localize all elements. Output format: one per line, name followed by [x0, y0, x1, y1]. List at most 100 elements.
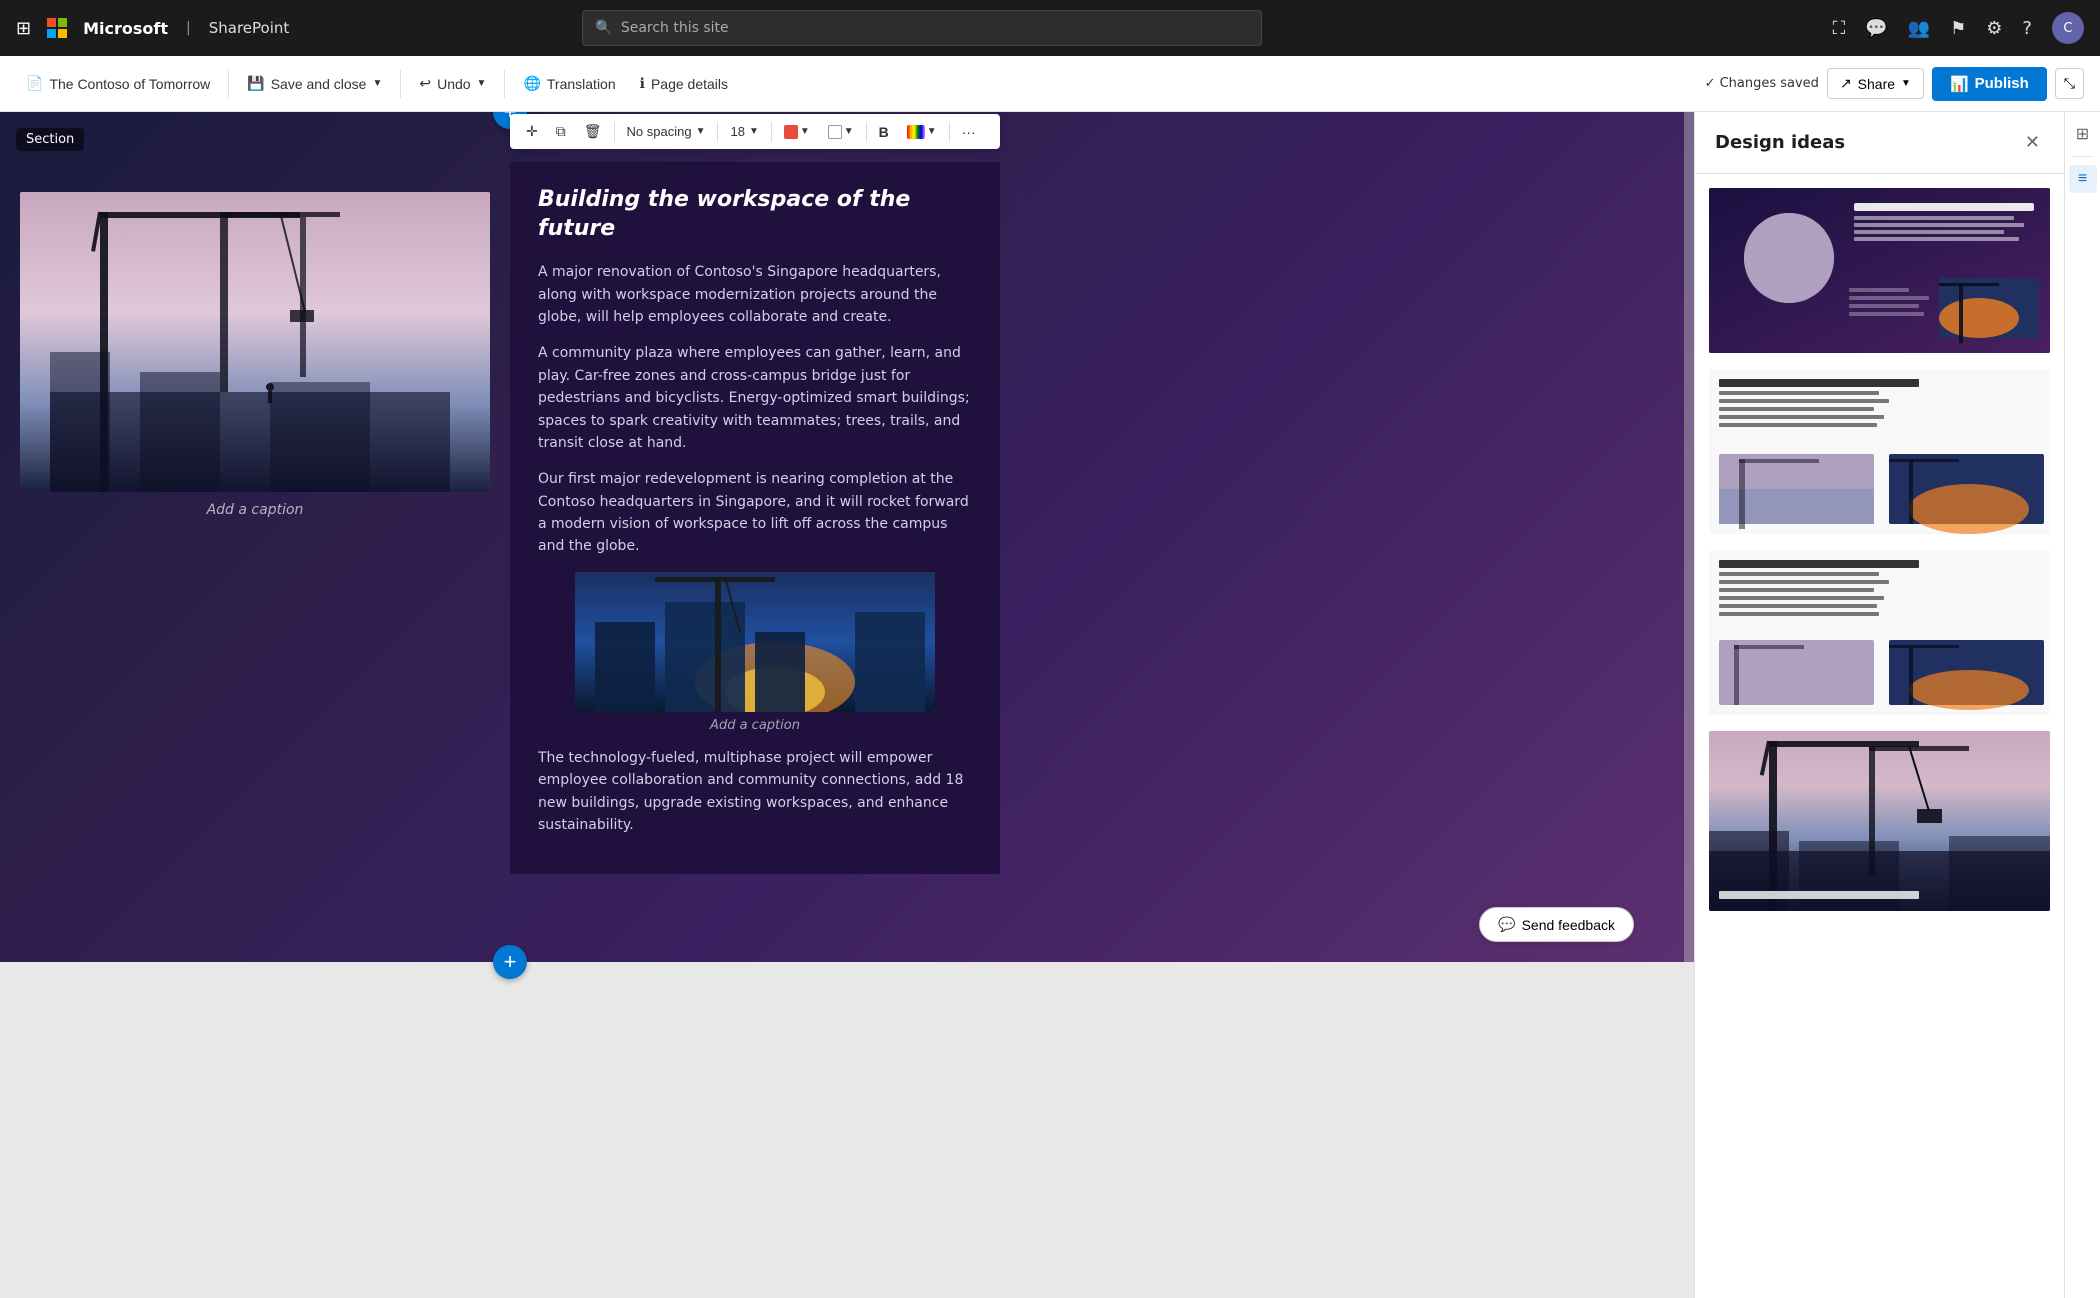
- chat-icon[interactable]: 💬: [1865, 18, 1887, 39]
- page-icon: 📄: [26, 75, 43, 92]
- editor-toolbar: 📄 The Contoso of Tomorrow 💾 Save and clo…: [0, 56, 2100, 112]
- delete-icon[interactable]: 🗑: [578, 120, 608, 143]
- page-canvas[interactable]: Section +: [0, 112, 1694, 1298]
- tt-sep3: [771, 122, 772, 142]
- search-bar[interactable]: 🔍 Search this site: [582, 10, 1262, 46]
- brand-name: Microsoft: [83, 19, 168, 38]
- flag-icon[interactable]: ⚑: [1950, 18, 1966, 39]
- left-construction-image[interactable]: [20, 192, 490, 492]
- nav-icons: ⛶ 💬 👥 ⚑ ⚙ ? C: [1833, 12, 2084, 44]
- design-card-2-image: [1709, 369, 2050, 534]
- undo-icon: ↩: [419, 75, 431, 92]
- crane-svg: [20, 192, 490, 492]
- text-editor[interactable]: ✛ ⧉ 🗑 No spacing ▼ 18 ▼: [510, 162, 1000, 874]
- tt-sep1: [614, 122, 615, 142]
- left-image-caption[interactable]: Add a caption: [207, 502, 304, 518]
- feedback-icon: 💬: [1498, 916, 1515, 933]
- page-title-btn[interactable]: 📄 The Contoso of Tomorrow: [16, 69, 220, 98]
- chevron-down-icon: ▼: [696, 126, 706, 137]
- changes-saved-status: ✓ Changes saved: [1705, 76, 1819, 91]
- right-side-tabs: ⊞ ≡: [2064, 112, 2100, 1298]
- details-icon: ℹ: [640, 75, 645, 92]
- emoji-color-button[interactable]: ▼: [901, 122, 943, 142]
- highlight-indicator: [828, 125, 842, 139]
- microsoft-logo[interactable]: [47, 18, 67, 38]
- right-tab-expand[interactable]: ⊞: [2069, 120, 2097, 148]
- page-title-label: The Contoso of Tomorrow: [49, 76, 210, 92]
- section-label: Section: [16, 128, 84, 151]
- copy-icon[interactable]: ⧉: [550, 120, 572, 143]
- article-para-1: A major renovation of Contoso's Singapor…: [538, 261, 972, 328]
- translation-icon: 🌐: [523, 75, 540, 92]
- people-icon[interactable]: 👥: [1908, 18, 1930, 39]
- scrollbar-track[interactable]: [1684, 112, 1694, 962]
- send-feedback-button[interactable]: 💬 Send feedback: [1479, 907, 1634, 942]
- search-placeholder[interactable]: Search this site: [621, 20, 729, 36]
- tt-sep4: [866, 122, 867, 142]
- grid-icon[interactable]: ⊞: [16, 18, 31, 39]
- user-avatar[interactable]: C: [2052, 12, 2084, 44]
- article-para-4: The technology-fueled, multiphase projec…: [538, 747, 972, 837]
- settings-icon[interactable]: ⚙: [1986, 18, 2002, 39]
- move-icon[interactable]: ✛: [520, 120, 544, 143]
- question-icon[interactable]: ?: [2022, 18, 2032, 39]
- article-content[interactable]: Building the workspace of the future A m…: [510, 162, 1000, 874]
- side-tab-divider: [2073, 156, 2093, 157]
- text-color-button[interactable]: ▼: [778, 122, 816, 142]
- save-close-button[interactable]: 💾 Save and close ▼: [237, 69, 392, 98]
- inline-image-caption[interactable]: Add a caption: [538, 718, 972, 733]
- divider-3: [504, 70, 505, 98]
- checkmark-icon: ✓: [1705, 76, 1716, 91]
- panel-title: Design ideas: [1715, 132, 1845, 153]
- color-indicator: [784, 125, 798, 139]
- inline-construction-image[interactable]: [575, 572, 935, 712]
- design-card-4[interactable]: [1707, 729, 2052, 913]
- divider-1: [228, 70, 229, 98]
- article-para-2: A community plaza where employees can ga…: [538, 342, 972, 454]
- inline-image-wrapper: Add a caption: [538, 572, 972, 733]
- save-dropdown-icon[interactable]: ▼: [372, 78, 382, 89]
- section-wrapper: Section +: [0, 112, 1694, 962]
- article-para-3: Our first major redevelopment is nearing…: [538, 468, 972, 558]
- help-icon[interactable]: ⛶: [1833, 18, 1846, 39]
- design-card-4-image: [1709, 731, 2050, 911]
- save-icon: 💾: [247, 75, 264, 92]
- size-chevron-icon: ▼: [749, 126, 759, 137]
- divider-2: [400, 70, 401, 98]
- highlight-button[interactable]: ▼: [822, 122, 860, 142]
- style-dropdown[interactable]: No spacing ▼: [621, 121, 712, 142]
- page-details-button[interactable]: ℹ Page details: [630, 69, 738, 98]
- design-card-3-image: [1709, 550, 2050, 715]
- bold-button[interactable]: B: [873, 121, 895, 143]
- right-tab-design[interactable]: ≡: [2069, 165, 2097, 193]
- share-icon: ↗: [1840, 75, 1852, 92]
- color-chevron-icon: ▼: [800, 126, 810, 137]
- collapse-button[interactable]: ⤡: [2055, 68, 2084, 99]
- design-card-3[interactable]: [1707, 548, 2052, 717]
- top-navigation: ⊞ Microsoft | SharePoint 🔍 Search this s…: [0, 0, 2100, 56]
- article-title: Building the workspace of the future: [538, 186, 972, 243]
- design-card-1[interactable]: [1707, 186, 2052, 355]
- share-button[interactable]: ↗ Share ▼: [1827, 68, 1924, 99]
- main-area: Section +: [0, 112, 2100, 1298]
- add-section-bottom-button[interactable]: +: [493, 945, 527, 979]
- panel-content[interactable]: [1695, 174, 2064, 1298]
- inline-crane-svg: [575, 572, 935, 712]
- rainbow-indicator: [907, 125, 925, 139]
- left-image-column: Add a caption: [0, 112, 510, 558]
- undo-dropdown-icon[interactable]: ▼: [477, 78, 487, 89]
- publish-icon: 📊: [1950, 75, 1969, 93]
- text-toolbar: ✛ ⧉ 🗑 No spacing ▼ 18 ▼: [510, 114, 1000, 149]
- search-icon: 🔍: [595, 20, 612, 36]
- design-ideas-panel: Design ideas ✕: [1694, 112, 2064, 1298]
- publish-button[interactable]: 📊 Publish: [1932, 67, 2047, 101]
- tt-sep2: [717, 122, 718, 142]
- panel-close-button[interactable]: ✕: [2021, 128, 2044, 157]
- app-name: SharePoint: [209, 19, 290, 37]
- more-options-button[interactable]: ···: [956, 121, 982, 143]
- tt-sep5: [949, 122, 950, 142]
- design-card-2[interactable]: [1707, 367, 2052, 536]
- translation-button[interactable]: 🌐 Translation: [513, 69, 625, 98]
- font-size-dropdown[interactable]: 18 ▼: [724, 121, 764, 142]
- undo-button[interactable]: ↩ Undo ▼: [409, 69, 496, 98]
